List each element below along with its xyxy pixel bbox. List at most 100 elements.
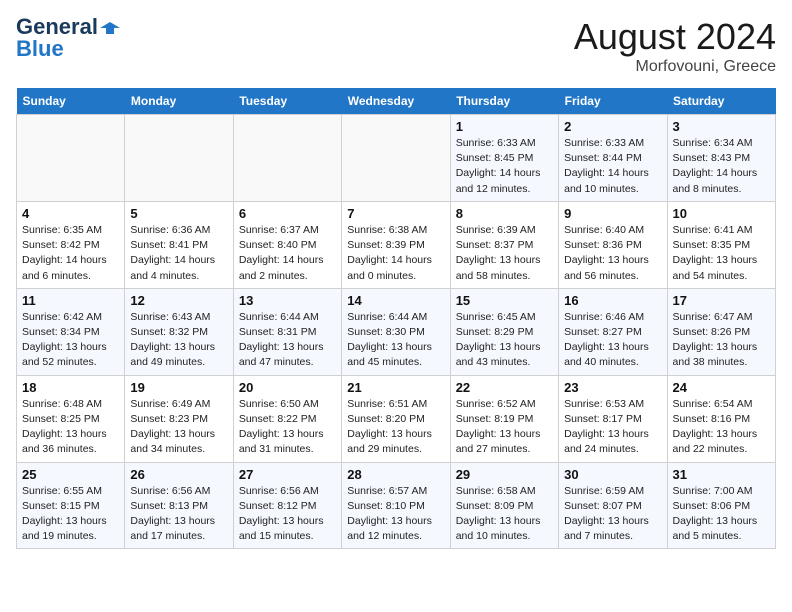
calendar-cell: 27 Sunrise: 6:56 AM Sunset: 8:12 PM Dayli… bbox=[233, 462, 341, 549]
day-number: 27 bbox=[239, 467, 336, 482]
day-number: 17 bbox=[673, 293, 770, 308]
week-row-5: 25Sunrise: 6:55 AM Sunset: 8:15 PM Dayli… bbox=[17, 462, 776, 549]
day-number: 16 bbox=[564, 293, 661, 308]
day-info: Sunrise: 6:33 AM Sunset: 8:44 PM Dayligh… bbox=[564, 136, 661, 197]
location-subtitle: Morfovouni, Greece bbox=[574, 58, 776, 76]
day-number: 14 bbox=[347, 293, 444, 308]
day-info: Sunrise: 6:56 AM Sunset: 8:13 PM Dayligh… bbox=[130, 484, 227, 545]
calendar-cell: 10 Sunrise: 6:41 AM Sunset: 8:35 PM Dayli… bbox=[667, 201, 775, 288]
calendar-cell: 17 Sunrise: 6:47 AM Sunset: 8:26 PM Dayli… bbox=[667, 288, 775, 375]
day-number: 13 bbox=[239, 293, 336, 308]
logo-text: General bbox=[16, 16, 120, 38]
logo: General Blue bbox=[16, 16, 120, 60]
day-info: Sunrise: 6:45 AM Sunset: 8:29 PM Dayligh… bbox=[456, 310, 553, 371]
day-number: 10 bbox=[673, 206, 770, 221]
calendar-header: SundayMondayTuesdayWednesdayThursdayFrid… bbox=[17, 88, 776, 115]
day-number: 30 bbox=[564, 467, 661, 482]
calendar-cell: 6 Sunrise: 6:37 AM Sunset: 8:40 PM Daylig… bbox=[233, 201, 341, 288]
calendar-cell: 1 Sunrise: 6:33 AM Sunset: 8:45 PM Daylig… bbox=[450, 115, 558, 202]
calendar-cell: 13 Sunrise: 6:44 AM Sunset: 8:31 PM Dayli… bbox=[233, 288, 341, 375]
week-row-2: 4Sunrise: 6:35 AM Sunset: 8:42 PM Daylig… bbox=[17, 201, 776, 288]
calendar-cell: 31 Sunrise: 7:00 AM Sunset: 8:06 PM Dayli… bbox=[667, 462, 775, 549]
calendar-body: 1 Sunrise: 6:33 AM Sunset: 8:45 PM Daylig… bbox=[17, 115, 776, 549]
calendar-cell: 25Sunrise: 6:55 AM Sunset: 8:15 PM Dayli… bbox=[17, 462, 125, 549]
calendar-cell: 23 Sunrise: 6:53 AM Sunset: 8:17 PM Dayli… bbox=[559, 375, 667, 462]
day-number: 11 bbox=[22, 293, 119, 308]
day-info: Sunrise: 6:51 AM Sunset: 8:20 PM Dayligh… bbox=[347, 397, 444, 458]
calendar-cell: 11 Sunrise: 6:42 AM Sunset: 8:34 PM Dayli… bbox=[17, 288, 125, 375]
calendar-table: SundayMondayTuesdayWednesdayThursdayFrid… bbox=[16, 88, 776, 549]
day-number: 21 bbox=[347, 380, 444, 395]
day-info: Sunrise: 6:47 AM Sunset: 8:26 PM Dayligh… bbox=[673, 310, 770, 371]
day-info: Sunrise: 6:48 AM Sunset: 8:25 PM Dayligh… bbox=[22, 397, 119, 458]
calendar-cell: 20Sunrise: 6:50 AM Sunset: 8:22 PM Dayli… bbox=[233, 375, 341, 462]
day-info: Sunrise: 6:58 AM Sunset: 8:09 PM Dayligh… bbox=[456, 484, 553, 545]
day-info: Sunrise: 6:33 AM Sunset: 8:45 PM Dayligh… bbox=[456, 136, 553, 197]
header-day-tuesday: Tuesday bbox=[233, 88, 341, 115]
header: General Blue August 2024 Morfovouni, Gre… bbox=[16, 16, 776, 76]
calendar-cell: 9Sunrise: 6:40 AM Sunset: 8:36 PM Daylig… bbox=[559, 201, 667, 288]
day-info: Sunrise: 6:42 AM Sunset: 8:34 PM Dayligh… bbox=[22, 310, 119, 371]
day-number: 3 bbox=[673, 119, 770, 134]
calendar-cell bbox=[125, 115, 233, 202]
calendar-cell: 22 Sunrise: 6:52 AM Sunset: 8:19 PM Dayli… bbox=[450, 375, 558, 462]
day-number: 23 bbox=[564, 380, 661, 395]
day-number: 15 bbox=[456, 293, 553, 308]
day-info: Sunrise: 6:37 AM Sunset: 8:40 PM Dayligh… bbox=[239, 223, 336, 284]
calendar-cell: 3Sunrise: 6:34 AM Sunset: 8:43 PM Daylig… bbox=[667, 115, 775, 202]
day-info: Sunrise: 6:44 AM Sunset: 8:31 PM Dayligh… bbox=[239, 310, 336, 371]
day-number: 26 bbox=[130, 467, 227, 482]
calendar-cell: 5 Sunrise: 6:36 AM Sunset: 8:41 PM Daylig… bbox=[125, 201, 233, 288]
week-row-4: 18 Sunrise: 6:48 AM Sunset: 8:25 PM Dayli… bbox=[17, 375, 776, 462]
calendar-cell: 30 Sunrise: 6:59 AM Sunset: 8:07 PM Dayli… bbox=[559, 462, 667, 549]
day-info: Sunrise: 6:57 AM Sunset: 8:10 PM Dayligh… bbox=[347, 484, 444, 545]
calendar-cell: 24 Sunrise: 6:54 AM Sunset: 8:16 PM Dayli… bbox=[667, 375, 775, 462]
day-info: Sunrise: 7:00 AM Sunset: 8:06 PM Dayligh… bbox=[673, 484, 770, 545]
day-number: 22 bbox=[456, 380, 553, 395]
day-info: Sunrise: 6:49 AM Sunset: 8:23 PM Dayligh… bbox=[130, 397, 227, 458]
calendar-cell: 18 Sunrise: 6:48 AM Sunset: 8:25 PM Dayli… bbox=[17, 375, 125, 462]
calendar-cell: 14 Sunrise: 6:44 AM Sunset: 8:30 PM Dayli… bbox=[342, 288, 450, 375]
day-info: Sunrise: 6:56 AM Sunset: 8:12 PM Dayligh… bbox=[239, 484, 336, 545]
header-day-sunday: Sunday bbox=[17, 88, 125, 115]
day-number: 29 bbox=[456, 467, 553, 482]
title-area: August 2024 Morfovouni, Greece bbox=[574, 16, 776, 76]
day-number: 5 bbox=[130, 206, 227, 221]
day-info: Sunrise: 6:35 AM Sunset: 8:42 PM Dayligh… bbox=[22, 223, 119, 284]
day-info: Sunrise: 6:44 AM Sunset: 8:30 PM Dayligh… bbox=[347, 310, 444, 371]
calendar-cell: 4Sunrise: 6:35 AM Sunset: 8:42 PM Daylig… bbox=[17, 201, 125, 288]
calendar-cell: 29 Sunrise: 6:58 AM Sunset: 8:09 PM Dayli… bbox=[450, 462, 558, 549]
day-number: 28 bbox=[347, 467, 444, 482]
header-day-thursday: Thursday bbox=[450, 88, 558, 115]
day-number: 2 bbox=[564, 119, 661, 134]
day-info: Sunrise: 6:52 AM Sunset: 8:19 PM Dayligh… bbox=[456, 397, 553, 458]
day-number: 6 bbox=[239, 206, 336, 221]
day-number: 1 bbox=[456, 119, 553, 134]
header-row: SundayMondayTuesdayWednesdayThursdayFrid… bbox=[17, 88, 776, 115]
header-day-monday: Monday bbox=[125, 88, 233, 115]
day-number: 7 bbox=[347, 206, 444, 221]
day-number: 19 bbox=[130, 380, 227, 395]
day-number: 31 bbox=[673, 467, 770, 482]
calendar-cell: 2 Sunrise: 6:33 AM Sunset: 8:44 PM Daylig… bbox=[559, 115, 667, 202]
day-number: 24 bbox=[673, 380, 770, 395]
calendar-cell: 12Sunrise: 6:43 AM Sunset: 8:32 PM Dayli… bbox=[125, 288, 233, 375]
calendar-cell bbox=[233, 115, 341, 202]
week-row-3: 11 Sunrise: 6:42 AM Sunset: 8:34 PM Dayli… bbox=[17, 288, 776, 375]
calendar-cell: 16Sunrise: 6:46 AM Sunset: 8:27 PM Dayli… bbox=[559, 288, 667, 375]
day-number: 20 bbox=[239, 380, 336, 395]
day-number: 12 bbox=[130, 293, 227, 308]
logo-blue-text: Blue bbox=[16, 38, 64, 60]
day-number: 18 bbox=[22, 380, 119, 395]
calendar-cell bbox=[342, 115, 450, 202]
day-info: Sunrise: 6:36 AM Sunset: 8:41 PM Dayligh… bbox=[130, 223, 227, 284]
day-info: Sunrise: 6:54 AM Sunset: 8:16 PM Dayligh… bbox=[673, 397, 770, 458]
logo-bird-icon bbox=[100, 20, 120, 36]
day-info: Sunrise: 6:39 AM Sunset: 8:37 PM Dayligh… bbox=[456, 223, 553, 284]
day-number: 9 bbox=[564, 206, 661, 221]
calendar-cell: 8Sunrise: 6:39 AM Sunset: 8:37 PM Daylig… bbox=[450, 201, 558, 288]
day-info: Sunrise: 6:53 AM Sunset: 8:17 PM Dayligh… bbox=[564, 397, 661, 458]
day-info: Sunrise: 6:41 AM Sunset: 8:35 PM Dayligh… bbox=[673, 223, 770, 284]
calendar-cell: 28 Sunrise: 6:57 AM Sunset: 8:10 PM Dayli… bbox=[342, 462, 450, 549]
day-info: Sunrise: 6:59 AM Sunset: 8:07 PM Dayligh… bbox=[564, 484, 661, 545]
